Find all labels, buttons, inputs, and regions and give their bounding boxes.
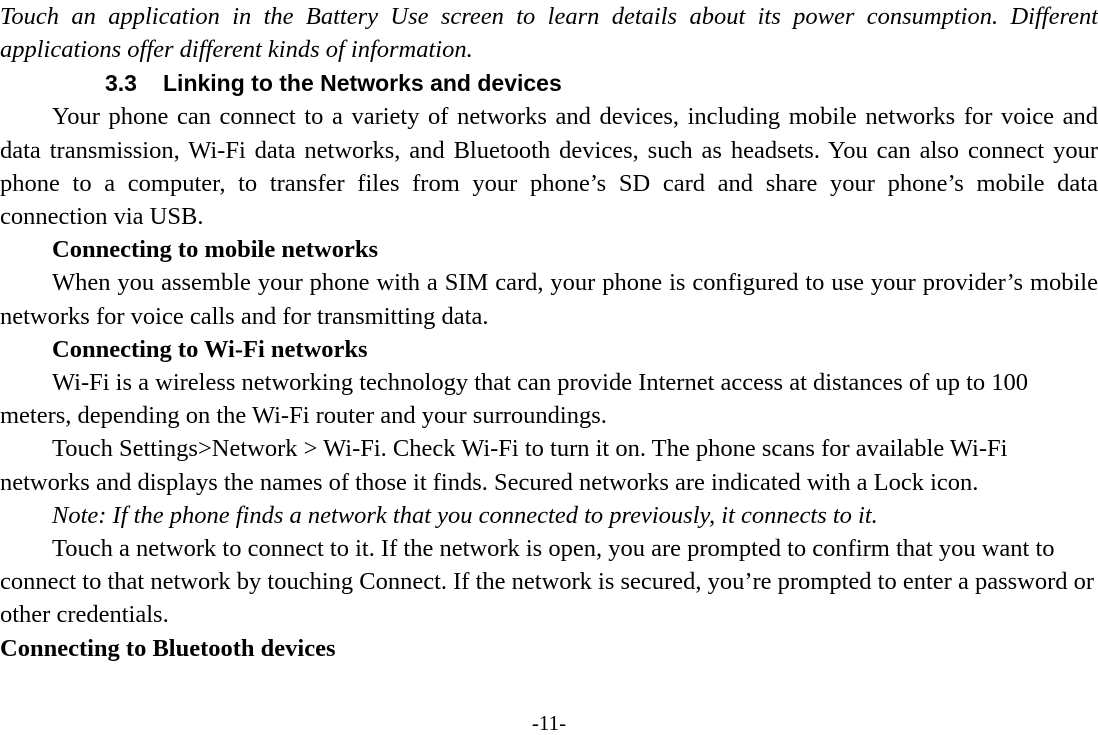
wifi-note-line: Note: If the phone finds a network that … [52, 501, 878, 529]
mobile-networks-paragraph: When you assemble your phone with a SIM … [0, 269, 1098, 330]
document-content: Touch an application in the Battery Use … [0, 0, 1098, 665]
wifi-paragraph-1: Wi-Fi is a wireless networking technolog… [0, 369, 1029, 430]
subheading-connecting-bluetooth-devices: Connecting to Bluetooth devices [0, 634, 336, 662]
subheading-connecting-mobile-networks: Connecting to mobile networks [52, 236, 378, 264]
page-number-footer: -11- [531, 711, 567, 735]
section-number: 3.3 [105, 70, 137, 97]
subheading-connecting-wifi-networks: Connecting to Wi-Fi networks [52, 335, 368, 363]
wifi-paragraph-2: Touch Settings>Network > Wi-Fi. Check Wi… [0, 435, 1008, 496]
intro-note-paragraph: Touch an application in the Battery Use … [0, 3, 1098, 64]
section-title: Linking to the Networks and devices [163, 70, 562, 97]
intro-paragraph: Your phone can connect to a variety of n… [0, 103, 1098, 231]
wifi-paragraph-3: Touch a network to connect to it. If the… [0, 535, 1095, 629]
section-heading-3-3: 3.3 Linking to the Networks and devices [0, 66, 1098, 100]
document-page: Touch an application in the Battery Use … [0, 0, 1098, 735]
